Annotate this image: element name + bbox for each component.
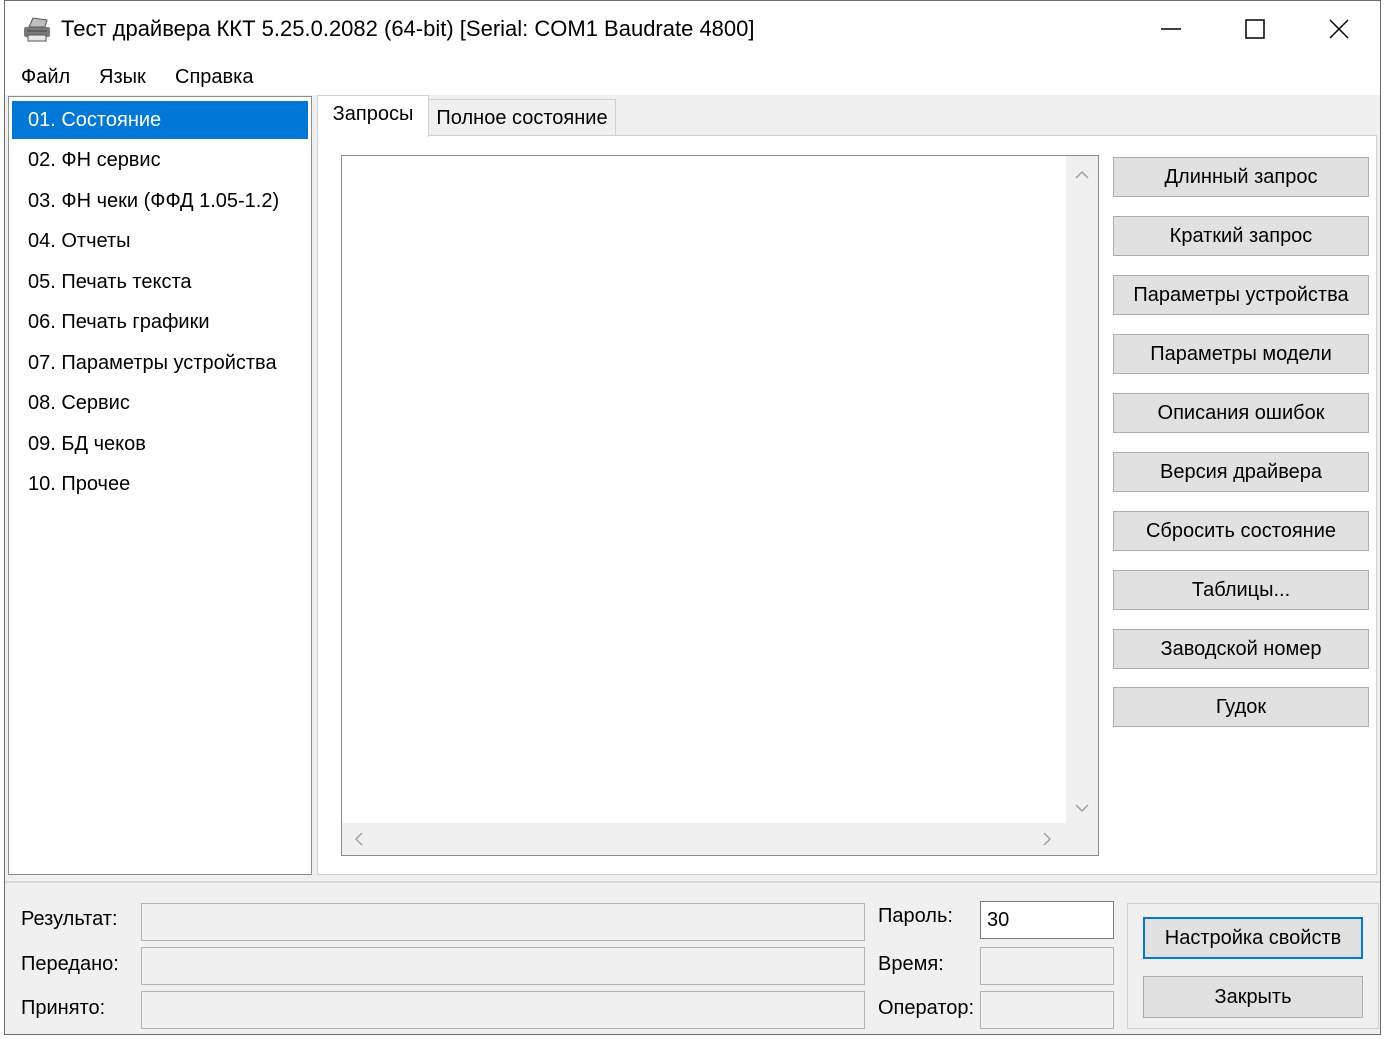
tables-button[interactable]: Таблицы... xyxy=(1113,570,1369,610)
nav-item-print-text[interactable]: 05. Печать текста xyxy=(12,263,308,301)
menu-help[interactable]: Справка xyxy=(175,63,253,91)
close-button[interactable]: Закрыть xyxy=(1143,976,1363,1018)
output-textarea[interactable] xyxy=(341,155,1099,856)
nav-item-status[interactable]: 01. Состояние xyxy=(12,101,308,139)
time-label: Время: xyxy=(878,953,944,975)
minimize-icon[interactable] xyxy=(1141,9,1201,49)
sent-field xyxy=(141,947,865,985)
properties-settings-button[interactable]: Настройка свойств xyxy=(1143,917,1363,959)
reset-state-button[interactable]: Сбросить состояние xyxy=(1113,511,1369,551)
horizontal-scrollbar[interactable] xyxy=(342,823,1066,855)
short-request-button[interactable]: Краткий запрос xyxy=(1113,216,1369,256)
operator-field xyxy=(980,991,1114,1029)
scroll-up-icon[interactable] xyxy=(1073,166,1091,184)
section-list: 01. Состояние 02. ФН сервис 03. ФН чеки … xyxy=(8,96,312,875)
tab-full-state[interactable]: Полное состояние xyxy=(428,99,616,135)
operator-label: Оператор: xyxy=(878,997,975,1019)
received-field xyxy=(141,991,865,1029)
maximize-icon[interactable] xyxy=(1225,9,1285,49)
menu-language[interactable]: Язык xyxy=(99,63,146,91)
scroll-down-icon[interactable] xyxy=(1073,799,1091,817)
driver-version-button[interactable]: Версия драйвера xyxy=(1113,452,1369,492)
error-descriptions-button[interactable]: Описания ошибок xyxy=(1113,393,1369,433)
beep-button[interactable]: Гудок xyxy=(1113,687,1369,727)
window-title: Тест драйвера ККТ 5.25.0.2082 (64-bit) [… xyxy=(61,16,755,41)
nav-item-receipts-db[interactable]: 09. БД чеков xyxy=(12,425,308,463)
received-label: Принято: xyxy=(21,997,106,1019)
menu-bar: Файл Язык Справка xyxy=(5,59,1380,95)
nav-item-fn-receipts[interactable]: 03. ФН чеки (ФФД 1.05-1.2) xyxy=(12,182,308,220)
scroll-left-icon[interactable] xyxy=(350,830,368,848)
tab-requests[interactable]: Запросы xyxy=(317,95,429,137)
password-input[interactable]: 30 xyxy=(980,901,1114,939)
printer-app-icon xyxy=(24,17,50,42)
nav-item-service[interactable]: 08. Сервис xyxy=(12,384,308,422)
title-bar[interactable]: Тест драйвера ККТ 5.25.0.2082 (64-bit) [… xyxy=(5,1,1380,59)
scroll-right-icon[interactable] xyxy=(1038,830,1056,848)
result-label: Результат: xyxy=(21,908,118,930)
device-params-button[interactable]: Параметры устройства xyxy=(1113,275,1369,315)
serial-number-button[interactable]: Заводской номер xyxy=(1113,629,1369,669)
nav-item-reports[interactable]: 04. Отчеты xyxy=(12,222,308,260)
nav-item-other[interactable]: 10. Прочее xyxy=(12,465,308,503)
model-params-button[interactable]: Параметры модели xyxy=(1113,334,1369,374)
bottom-divider xyxy=(5,881,1380,883)
vertical-scrollbar[interactable] xyxy=(1066,156,1098,823)
sent-label: Передано: xyxy=(21,953,119,975)
result-field xyxy=(141,903,865,941)
nav-item-device-params[interactable]: 07. Параметры устройства xyxy=(12,344,308,382)
menu-file[interactable]: Файл xyxy=(21,63,70,91)
password-label: Пароль: xyxy=(878,905,953,927)
nav-item-fn-service[interactable]: 02. ФН сервис xyxy=(12,141,308,179)
nav-item-print-graphics[interactable]: 06. Печать графики xyxy=(12,303,308,341)
scrollbar-corner xyxy=(1066,823,1098,855)
long-request-button[interactable]: Длинный запрос xyxy=(1113,157,1369,197)
time-field xyxy=(980,947,1114,985)
main-window: Тест драйвера ККТ 5.25.0.2082 (64-bit) [… xyxy=(4,0,1381,1035)
close-icon[interactable] xyxy=(1309,9,1369,49)
